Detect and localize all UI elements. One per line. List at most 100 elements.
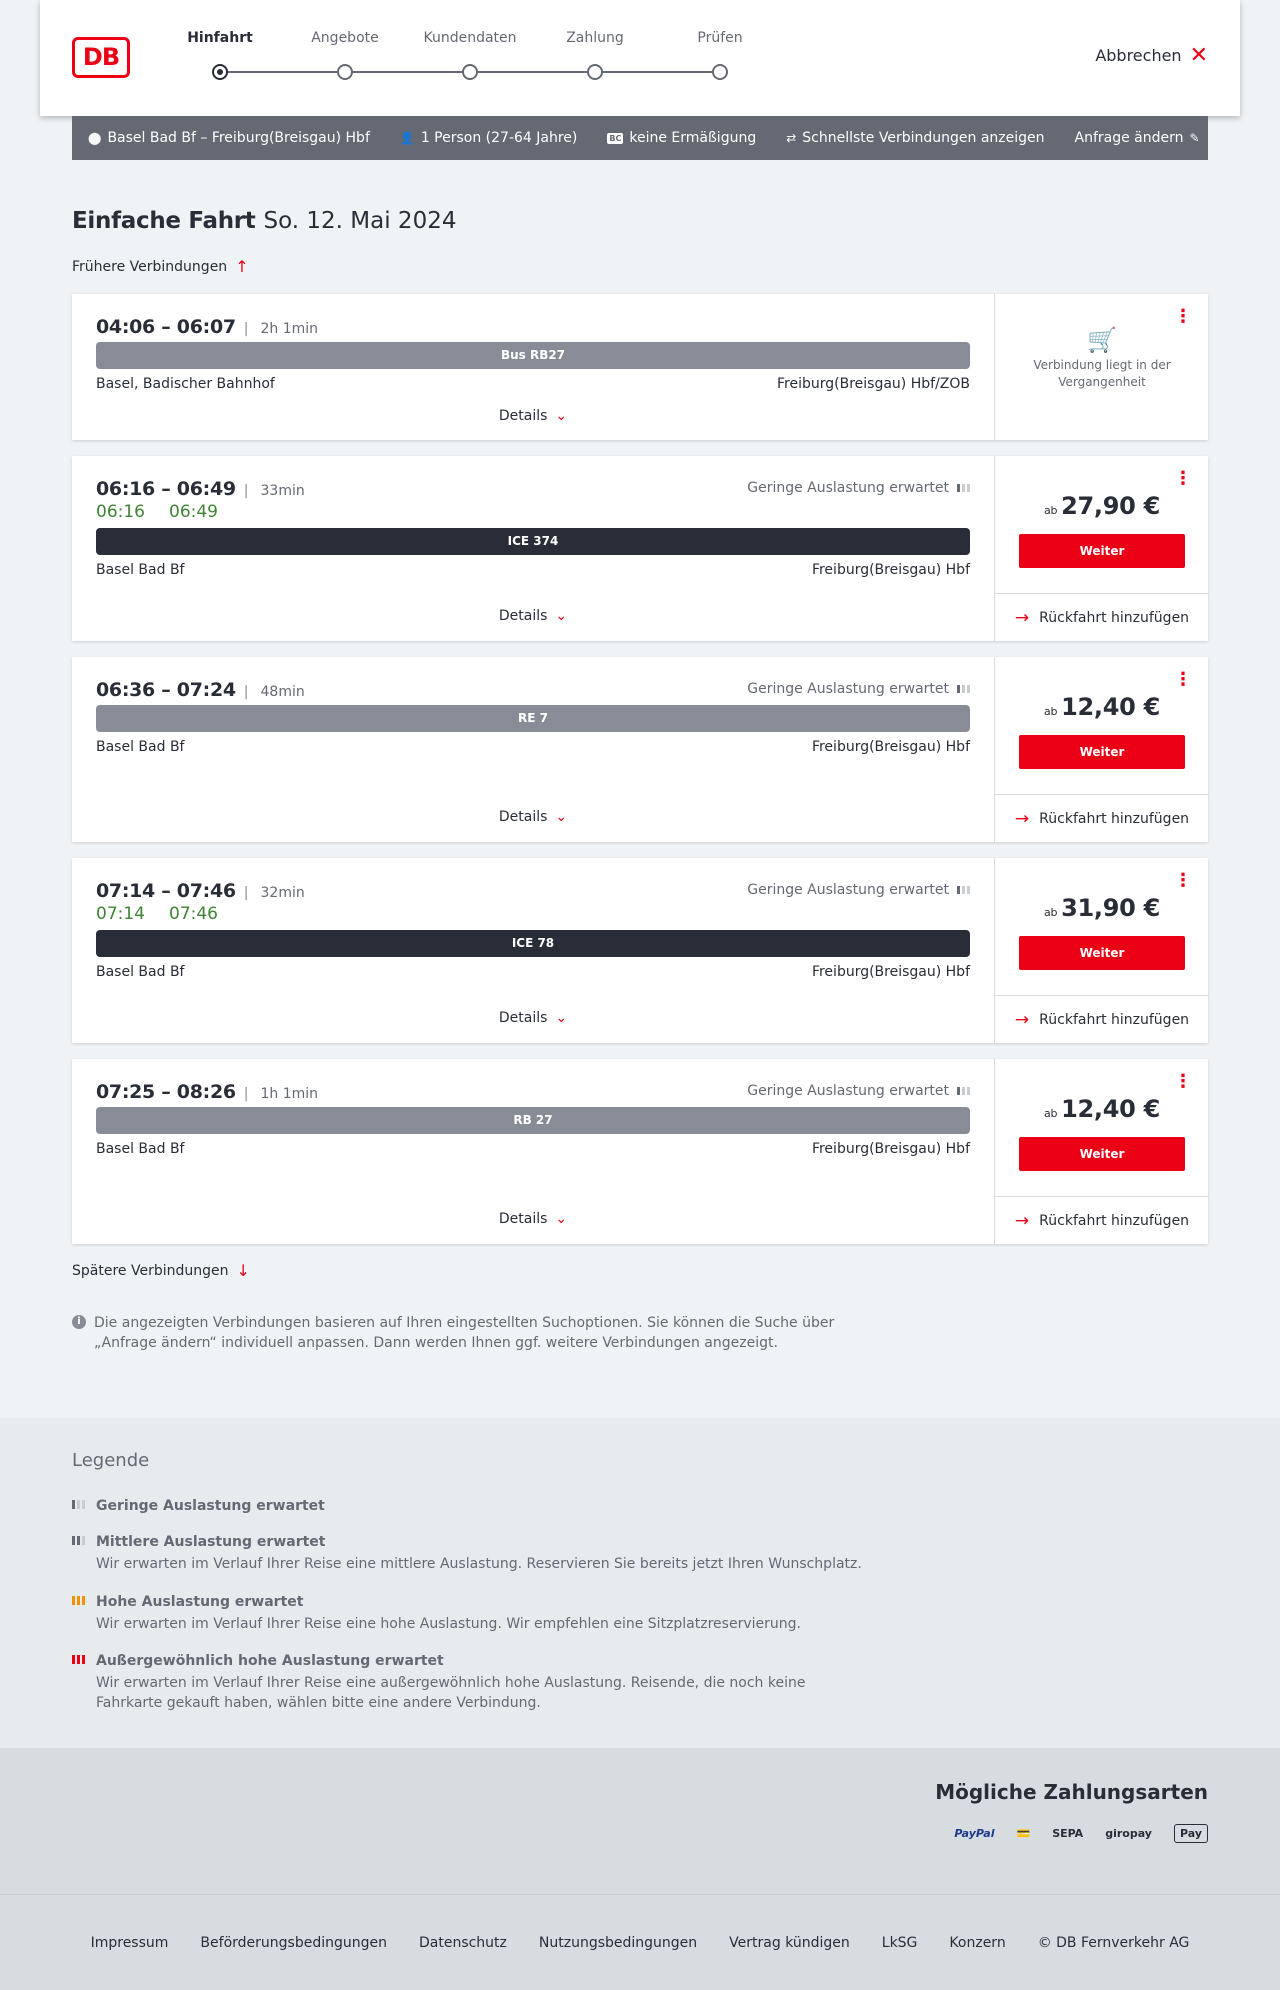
footer-link-nutzungsbedingungen[interactable]: Nutzungsbedingungen [539,1935,697,1951]
details-toggle[interactable]: Details ⌄ [72,809,994,825]
price-value: 31,90 € [1061,894,1160,922]
discount-info[interactable]: BC keine Ermäßigung [607,130,756,146]
add-return-button[interactable]: → Rückfahrt hinzufügen [995,794,1209,842]
change-request-button[interactable]: Anfrage ändern ✎ [1075,130,1200,146]
payment-icons: PayPal 💳 SEPA giropay Pay [954,1824,1208,1843]
low-load-icon [957,484,970,492]
add-return-button[interactable]: → Rückfahrt hinzufügen [995,593,1209,641]
connection-card[interactable]: 06:36 – 07:24 48min Geringe Auslastung er… [72,657,1209,842]
close-icon: ✕ [1189,42,1208,68]
load-indicator: Geringe Auslastung erwartet [747,1083,970,1099]
step-dot [462,64,478,80]
realtime-times: 06:16 06:49 [96,502,218,522]
legend-item-text: Wir erwarten im Verlauf Ihrer Reise eine… [96,1616,801,1632]
price: ab 12,40 € [995,693,1209,721]
departure-station: Basel Bad Bf [96,1141,185,1157]
add-return-label: Rückfahrt hinzufügen [1039,1212,1190,1229]
chevron-down-icon: ⌄ [555,1010,568,1026]
pencil-icon: ✎ [1189,131,1200,145]
legend-item-high: Hohe Auslastung erwartet Wir erwarten im… [72,1594,872,1634]
add-return-button[interactable]: → Rückfahrt hinzufügen [995,995,1209,1043]
departure-station: Basel, Badischer Bahnhof [96,376,275,392]
details-toggle[interactable]: Details ⌄ [72,1211,994,1227]
continue-button[interactable]: Weiter [1019,735,1185,769]
connection-card[interactable]: 07:14 – 07:46 32min Geringe Auslastung er… [72,858,1209,1043]
later-connections-link[interactable]: Spätere Verbindungen ↓ [72,1261,250,1280]
info-text: Die angezeigten Verbindungen basieren au… [94,1315,835,1351]
details-label: Details [498,1211,548,1227]
footer-link-konzern[interactable]: Konzern [949,1935,1005,1951]
arrival-station: Freiburg(Breisgau) Hbf [811,739,970,755]
price-value: 12,40 € [1061,693,1160,721]
add-return-label: Rückfahrt hinzufügen [1039,1011,1190,1028]
header: DB Hinfahrt Angebote Kundendaten Zahlung… [40,0,1240,116]
details-toggle[interactable]: Details ⌄ [72,1010,994,1026]
more-options-icon[interactable]: ⋮ [1174,671,1192,689]
db-logo[interactable]: DB [72,37,130,78]
very-high-load-icon [72,1655,85,1664]
legend-item-text: Wir erwarten im Verlauf Ihrer Reise eine… [96,1556,862,1572]
connection-info: 06:16 – 06:49 33min Geringe Auslastung er… [72,456,994,641]
realtime-departure: 07:14 [96,904,145,924]
footer-copyright: © DB Fernverkehr AG [1037,1934,1190,1951]
footer-link-datenschutz[interactable]: Datenschutz [419,1935,507,1951]
step-label: Kundendaten [423,30,517,46]
arrival-station: Freiburg(Breisgau) Hbf [811,562,970,578]
arrow-right-icon: → [1014,808,1030,829]
info-icon: i [72,1315,86,1329]
mode-info[interactable]: ⇄ Schnellste Verbindungen anzeigen [786,130,1044,146]
more-options-icon[interactable]: ⋮ [1174,470,1192,488]
load-indicator: Geringe Auslastung erwartet [747,480,970,496]
more-options-icon[interactable]: ⋮ [1174,1073,1192,1091]
step-kundendaten: Kundendaten [410,30,530,80]
passenger-text: 1 Person (27-64 Jahre) [420,130,578,146]
continue-button[interactable]: Weiter [1019,534,1185,568]
later-label: Spätere Verbindungen [72,1262,229,1279]
footer-link-vertrag-kuendigen[interactable]: Vertrag kündigen [729,1935,850,1951]
details-toggle[interactable]: Details ⌄ [72,608,994,624]
chevron-down-icon: ⌄ [555,1211,568,1227]
legend-item-medium: Mittlere Auslastung erwartet Wir erwarte… [72,1534,872,1574]
load-label: Geringe Auslastung erwartet [747,681,949,697]
legend-item-very-high: Außergewöhnlich hohe Auslastung erwartet… [72,1653,872,1713]
price-prefix: ab [1044,906,1058,919]
route-info[interactable]: ⬤ Basel Bad Bf – Freiburg(Breisgau) Hbf [88,130,370,146]
person-icon: 👤 [399,131,415,145]
connection-card[interactable]: 07:25 – 08:26 1h 1min Geringe Auslastung … [72,1059,1209,1244]
step-hinfahrt: Hinfahrt [160,30,280,80]
sepa-icon: SEPA [1052,1827,1084,1840]
legend-title: Legende [72,1450,150,1471]
bahncard-icon: BC [607,132,624,144]
high-load-icon [72,1596,85,1605]
payment-section: Mögliche Zahlungsarten PayPal 💳 SEPA gir… [0,1748,1280,1894]
footer-link-befoerderungsbedingungen[interactable]: Beförderungsbedingungen [200,1935,387,1951]
footer-link-lksg[interactable]: LkSG [882,1935,918,1951]
earlier-connections-link[interactable]: Frühere Verbindungen ↑ [72,257,249,276]
price-prefix: ab [1044,504,1058,517]
details-toggle[interactable]: Details ⌄ [72,408,994,424]
arrow-down-icon: ↓ [236,1261,250,1280]
realtime-times: 07:14 07:46 [96,904,218,924]
connection-card[interactable]: 04:06 – 06:07 2h 1min Bus RB27 Basel, Bad… [72,294,1208,440]
location-pin-icon: ⬤ [88,131,102,145]
arrival-station: Freiburg(Breisgau) Hbf [811,1141,970,1157]
earlier-label: Frühere Verbindungen [72,258,228,275]
step-dot [337,64,353,80]
footer-link-impressum[interactable]: Impressum [91,1935,169,1951]
cancel-button[interactable]: Abbrechen ✕ [1095,42,1208,68]
times-text: 07:25 – 08:26 [96,1081,236,1103]
more-options-icon[interactable]: ⋮ [1174,308,1192,326]
search-summary-bar: ⬤ Basel Bad Bf – Freiburg(Breisgau) Hbf 👤… [72,116,1208,160]
cancel-label: Abbrechen [1095,46,1182,65]
times-text: 07:14 – 07:46 [96,880,236,902]
passenger-info[interactable]: 👤 1 Person (27-64 Jahre) [400,130,578,146]
times-text: 06:36 – 07:24 [96,679,236,701]
add-return-button[interactable]: → Rückfahrt hinzufügen [995,1196,1209,1244]
continue-button[interactable]: Weiter [1019,1137,1185,1171]
price-value: 12,40 € [1061,1095,1160,1123]
more-options-icon[interactable]: ⋮ [1174,872,1192,890]
connection-card[interactable]: 06:16 – 06:49 33min Geringe Auslastung er… [72,456,1209,641]
connection-times: 07:14 – 07:46 32min [96,880,305,902]
continue-button[interactable]: Weiter [1019,936,1185,970]
paypal-icon: PayPal [954,1827,995,1840]
